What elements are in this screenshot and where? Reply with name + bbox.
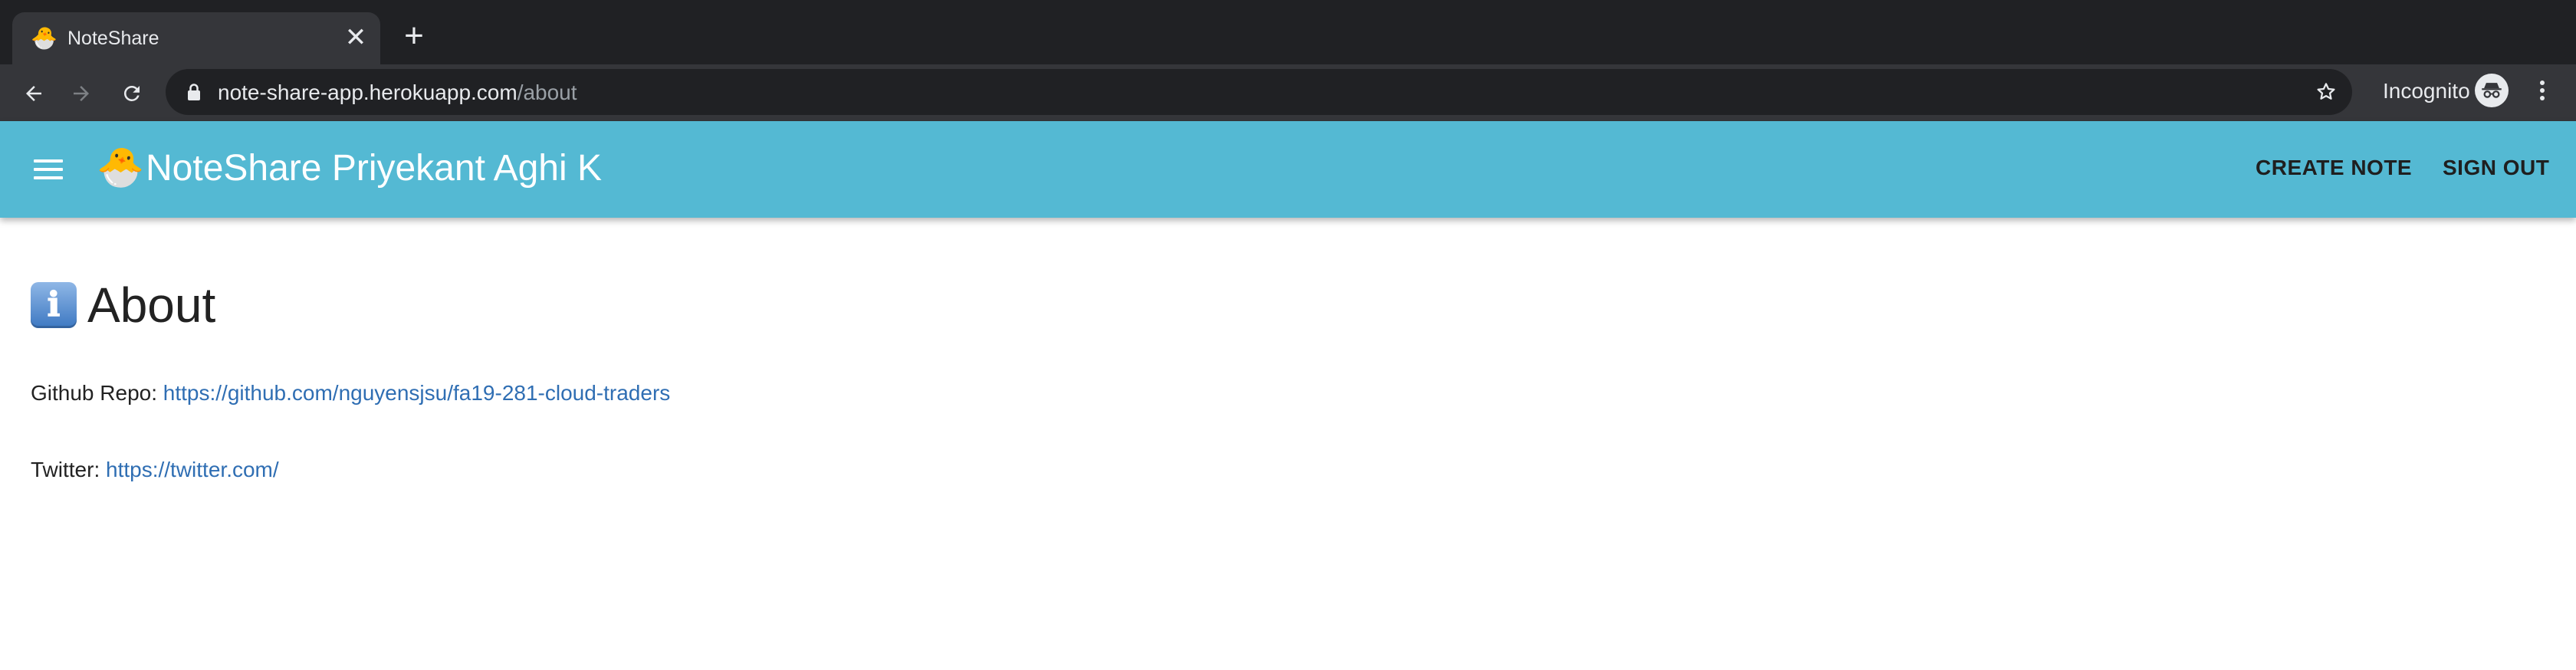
github-repo-link[interactable]: https://github.com/nguyensjsu/fa19-281-c… <box>163 381 671 405</box>
information-icon: ℹ <box>31 282 77 328</box>
browser-tab-noteshare[interactable]: 🐣 NoteShare ✕ <box>12 12 380 64</box>
github-repo-line: Github Repo: https://github.com/nguyensj… <box>31 380 670 406</box>
create-note-button[interactable]: CREATE NOTE <box>2256 149 2412 187</box>
browser-tabstrip: 🐣 NoteShare ✕ + <box>0 0 2576 64</box>
chick-favicon-icon: 🐣 <box>31 26 58 50</box>
app-title[interactable]: NoteShare Priyekant Aghi K <box>146 146 602 192</box>
forward-arrow-icon[interactable] <box>64 77 98 110</box>
incognito-label[interactable]: Incognito <box>2383 80 2470 103</box>
url-host: note-share-app.herokuapp.com <box>218 80 518 104</box>
hamburger-menu-icon[interactable] <box>31 152 66 187</box>
more-vert-icon[interactable] <box>2527 75 2558 106</box>
reload-icon[interactable] <box>115 77 149 110</box>
chick-logo-icon[interactable]: 🐣 <box>97 143 144 192</box>
twitter-link[interactable]: https://twitter.com/ <box>106 458 279 481</box>
url-path: /about <box>517 80 577 104</box>
close-tab-icon[interactable]: ✕ <box>343 25 368 51</box>
page-title: About <box>87 278 216 333</box>
back-arrow-icon[interactable] <box>17 77 51 110</box>
address-bar[interactable]: note-share-app.herokuapp.com/about <box>166 69 2352 115</box>
github-label: Github Repo: <box>31 381 157 405</box>
tab-title: NoteShare <box>67 28 159 49</box>
incognito-icon[interactable] <box>2475 74 2509 107</box>
browser-toolbar: note-share-app.herokuapp.com/about <box>0 64 2576 121</box>
lock-icon[interactable] <box>186 83 202 101</box>
new-tab-icon[interactable]: + <box>399 19 429 53</box>
twitter-line: Twitter: https://twitter.com/ <box>31 457 279 483</box>
sign-out-button[interactable]: SIGN OUT <box>2443 149 2549 187</box>
star-icon[interactable] <box>2311 77 2341 107</box>
url-text[interactable]: note-share-app.herokuapp.com/about <box>218 81 577 104</box>
app-header: 🐣 NoteShare Priyekant Aghi K CREATE NOTE… <box>0 121 2576 218</box>
twitter-label: Twitter: <box>31 458 100 481</box>
